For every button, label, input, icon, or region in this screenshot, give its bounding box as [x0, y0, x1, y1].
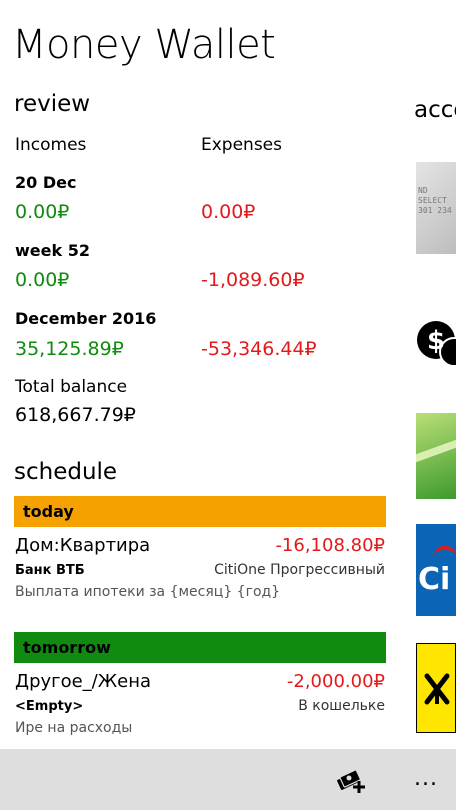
schedule-title[interactable]: schedule — [14, 459, 117, 485]
total-balance-label: Total balance — [15, 377, 128, 397]
period-income: 35,125.89₽ — [15, 338, 124, 360]
period-label: week 52 — [15, 241, 90, 260]
accounts-title[interactable]: acco — [414, 97, 456, 123]
svg-text:$: $ — [427, 326, 445, 356]
total-balance-value: 618,667.79₽ — [15, 404, 136, 426]
period-income: 0.00₽ — [15, 269, 70, 291]
review-title[interactable]: review — [14, 91, 90, 117]
app-bar: ... — [0, 749, 456, 810]
card-text: SELECT — [418, 196, 447, 205]
period-label: December 2016 — [15, 309, 157, 328]
card-text: ND — [418, 186, 428, 195]
account-cash-thumbnail[interactable]: $ — [416, 316, 456, 368]
period-label: 20 Dec — [15, 173, 77, 192]
more-options-button[interactable]: ... — [409, 761, 443, 795]
card-text: 301 234 — [418, 206, 452, 215]
schedule-item-amount: -2,000.00₽ — [286, 671, 385, 692]
account-citi-thumbnail[interactable]: Ci — [416, 524, 456, 616]
add-payment-button[interactable] — [334, 763, 368, 797]
account-green-card-thumbnail[interactable] — [416, 413, 456, 499]
dollar-coin-icon: $ — [417, 321, 456, 367]
schedule-item-note: Ире на расходы — [15, 720, 133, 736]
schedule-item-category: Другое_/Жена — [15, 671, 152, 692]
schedule-item-amount: -16,108.80₽ — [275, 535, 385, 556]
expenses-label: Expenses — [201, 135, 282, 155]
schedule-group-header: tomorrow — [14, 632, 386, 663]
schedule-item-note: Выплата ипотеки за {месяц} {год} — [15, 584, 281, 600]
period-income: 0.00₽ — [15, 201, 70, 223]
schedule-item-category: Дом:Квартира — [15, 535, 151, 556]
schedule-item-account: Банк ВТБ — [15, 563, 85, 578]
incomes-label: Incomes — [15, 135, 87, 155]
period-expense: -1,089.60₽ — [201, 269, 305, 291]
schedule-item-account: <Empty> — [15, 699, 84, 714]
period-expense: -53,346.44₽ — [201, 338, 317, 360]
app-title: Money Wallet — [12, 22, 276, 68]
raiffeisen-logo-icon — [424, 673, 450, 705]
schedule-item-target-account: CitiOne Прогрессивный — [214, 562, 385, 578]
money-add-icon — [337, 769, 365, 793]
account-raiffeisen-thumbnail[interactable] — [416, 643, 456, 733]
schedule-group-header: today — [14, 496, 386, 527]
schedule-item-target-account: В кошельке — [298, 698, 385, 714]
period-expense: 0.00₽ — [201, 201, 256, 223]
account-card-thumbnail[interactable]: ND SELECT 301 234 — [416, 162, 456, 254]
